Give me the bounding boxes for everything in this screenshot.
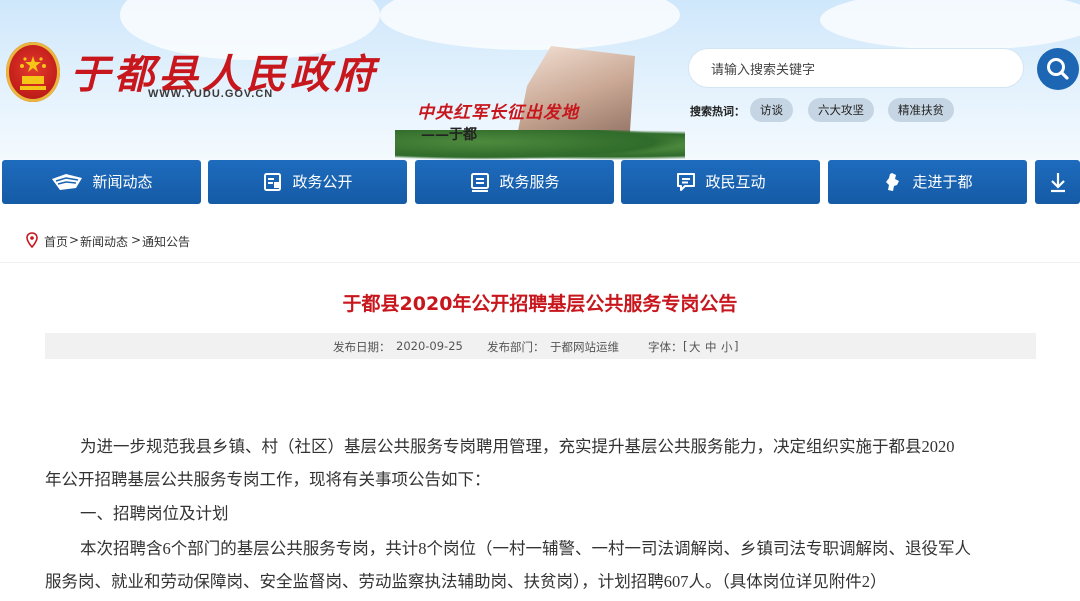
- divider: [0, 262, 1080, 263]
- nav-label: 新闻动态: [92, 173, 153, 191]
- font-size-large-button[interactable]: 大: [689, 339, 701, 355]
- site-header: 于都县人民政府 WWW.YUDU.GOV.CN 中央红军长征出发地 ——于都 搜…: [0, 0, 1080, 160]
- breadcrumb-news[interactable]: 新闻动态: [80, 233, 128, 250]
- nav-label: 政务服务: [499, 173, 560, 191]
- search-box: [688, 48, 1024, 88]
- nav-item-about-yudu[interactable]: 走进于都: [828, 160, 1027, 204]
- banner-monument: 中央红军长征出发地 ——于都: [395, 38, 685, 160]
- publish-dept: 于都网站运维: [550, 340, 619, 354]
- national-emblem-icon: [6, 42, 60, 102]
- paragraph-1-line-2: 年公开招聘基层公共服务专岗工作，现将有关事项公告如下：: [45, 470, 491, 489]
- breadcrumb-separator: >: [69, 233, 80, 247]
- section-heading-1: 一、招聘岗位及计划: [80, 504, 229, 523]
- breadcrumb-separator: >: [131, 233, 142, 247]
- map-icon: [886, 173, 900, 191]
- font-bracket-close: ]: [734, 339, 739, 353]
- publish-date: 2020-09-25: [396, 339, 463, 353]
- news-icon: [52, 174, 83, 190]
- breadcrumb-notices[interactable]: 通知公告: [142, 233, 190, 250]
- hot-tag-six-tasks[interactable]: 六大攻坚: [808, 98, 874, 122]
- font-size-label: 字体：: [648, 340, 683, 354]
- article-title: 于都县2020年公开招聘基层公共服务专岗公告: [342, 293, 738, 315]
- location-pin-icon: [26, 232, 38, 248]
- nav-label: 政民互动: [705, 173, 766, 191]
- paragraph-2-line-2: 服务岗、就业和劳动保障岗、安全监督岗、劳动监察执法辅助岗、扶贫岗），计划招聘60…: [45, 572, 887, 591]
- search-button[interactable]: [1037, 48, 1079, 90]
- service-icon: [471, 173, 490, 192]
- nav-more-button[interactable]: [1035, 160, 1080, 204]
- font-size-medium-button[interactable]: 中: [705, 339, 717, 355]
- arrow-down-icon: [1050, 173, 1065, 193]
- hot-words-label: 搜索热词：: [690, 105, 745, 118]
- search-icon: [1047, 58, 1069, 80]
- nav-item-interaction[interactable]: 政民互动: [621, 160, 820, 204]
- main-nav: 新闻动态 政务公开 政务服务 政民互动 走进于都: [0, 160, 1080, 206]
- hot-tag-interview[interactable]: 访谈: [750, 98, 793, 122]
- cloud-decoration: [820, 0, 1080, 50]
- chat-icon: [677, 173, 696, 191]
- breadcrumb-home[interactable]: 首页: [44, 233, 68, 250]
- paragraph-2-line-1: 本次招聘含6个部门的基层公共服务专岗，共计8个岗位（一村一辅警、一村一司法调解岗…: [80, 539, 971, 558]
- site-url: WWW.YUDU.GOV.CN: [148, 88, 274, 100]
- font-size-small-button[interactable]: 小: [721, 339, 733, 355]
- nav-label: 政务公开: [292, 173, 353, 191]
- nav-label: 走进于都: [912, 173, 973, 191]
- publish-dept-label: 发布部门：: [487, 340, 545, 354]
- nav-item-gov-affairs[interactable]: 政务公开: [208, 160, 407, 204]
- search-input[interactable]: [709, 59, 1003, 81]
- font-bracket-open: [: [683, 339, 688, 353]
- banner-slogan: 中央红军长征出发地: [417, 103, 579, 123]
- document-icon: [264, 173, 282, 191]
- nav-item-news[interactable]: 新闻动态: [2, 160, 201, 204]
- paragraph-1-line-1: 为进一步规范我县乡镇、村（社区）基层公共服务专岗聘用管理，充实提升基层公共服务能…: [80, 437, 955, 456]
- publish-date-label: 发布日期：: [333, 340, 391, 354]
- banner-slogan-sub: ——于都: [421, 127, 477, 143]
- nav-item-gov-services[interactable]: 政务服务: [415, 160, 614, 204]
- hot-tag-poverty-relief[interactable]: 精准扶贫: [888, 98, 954, 122]
